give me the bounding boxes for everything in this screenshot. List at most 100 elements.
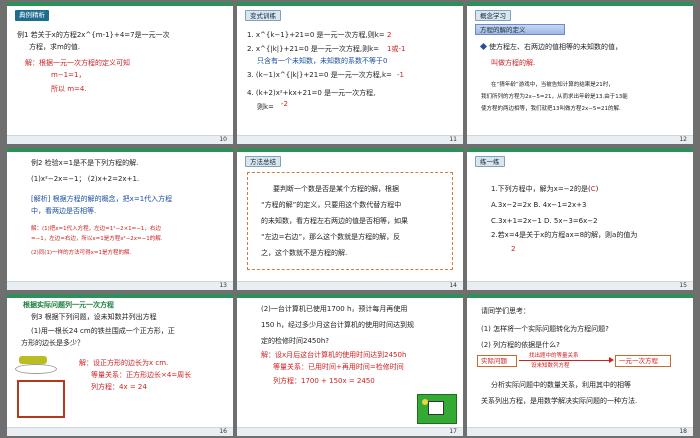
slide-number: 14 <box>449 282 457 289</box>
section-tag: 变式训练 <box>245 10 281 21</box>
question-2-answer: 2 <box>511 245 516 253</box>
slide-footer <box>467 427 693 436</box>
solution-line-3: 所以 m=4. <box>51 85 87 93</box>
think-title: 请同学们思考： <box>481 307 530 315</box>
problem-line-2: 150 h，经过多少月这台计算机的使用时间达到规 <box>261 321 415 329</box>
exercise-4: 4. (k+2)x²+kx+21=0 是一元一次方程, <box>247 89 376 97</box>
slide-top-bar <box>7 2 233 6</box>
slide-thumbnail-10[interactable]: 典例精析 例1 若关于x的方程2x^{m-1}+4=7是一元一次 方程，求m的值… <box>7 2 233 144</box>
slide-number: 16 <box>219 428 227 435</box>
solution-line-3: (2)同(1)一样的方法可得x=1是方程的解. <box>31 250 132 256</box>
section-tag: 练一练 <box>475 156 505 167</box>
definition-text-1: 使方程左、右两边的值相等的未知数的值， <box>489 43 622 51</box>
slide-top-bar <box>7 148 233 152</box>
problem-line-1: (1)用一根长24 cm的铁丝围成一个正方形，正 <box>31 327 175 335</box>
slide-thumbnail-16[interactable]: 根据实际问题列一元一次方程 例3 根据下列问题，设未知数并列出方程 (1)用一根… <box>7 294 233 436</box>
slide-top-bar <box>237 2 463 6</box>
flow-arrow-line <box>519 360 611 361</box>
exercise-3: 3. (k−1)x^{|k|}+21=0 是一元一次方程,k= <box>247 71 392 79</box>
summary-line-1: 要判断一个数是否是某个方程的解，根据 <box>273 185 399 193</box>
slide-thumbnail-18[interactable]: 请同学们思考： (1) 怎样将一个实际问题转化为方程问题? (2) 列方程的依据… <box>467 294 693 436</box>
flow-arrow-label-bottom: 设未知数列方程 <box>531 363 570 369</box>
summary-line-5: 之，这个数就不是方程的解. <box>261 249 348 257</box>
problem-line-1: 例1 若关于x的方程2x^{m-1}+4=7是一元一次 <box>17 31 170 39</box>
problem-line-2: 方程，求m的值. <box>29 43 81 51</box>
slide-top-bar <box>237 294 463 298</box>
slide-footer <box>467 135 693 144</box>
answer-3: -1 <box>397 71 404 79</box>
slide-footer <box>7 427 233 436</box>
slide-number: 13 <box>219 282 227 289</box>
slide-number: 18 <box>679 428 687 435</box>
example-line-3: 使方程的两边相等，我们就把13叫做方程2x−5=21的解. <box>481 106 621 112</box>
question-2: 2.若x=4是关于x的方程ax=8的解，则a的值为 <box>491 231 638 239</box>
slide-footer <box>237 427 463 436</box>
problem-line-1: (2)一台计算机已使用1700 h，预计每月再使用 <box>261 305 408 313</box>
slide-thumbnail-17[interactable]: (2)一台计算机已使用1700 h，预计每月再使用 150 h，经过多少月这台计… <box>237 294 463 436</box>
summary-line-3: 的未知数，看方程左右两边的值是否相等，如果 <box>261 217 408 225</box>
problem-line-3: 定的检修时间2450h? <box>261 337 329 345</box>
solution-line-2: 等量关系：正方形边长×4=周长 <box>91 371 192 379</box>
conclusion-line-1: 分析实际问题中的数量关系，利用其中的相等 <box>491 381 631 389</box>
example-title: 例2 检验x=1是不是下列方程的解. <box>31 159 139 167</box>
problem-line-2: 方形的边长是多少？ <box>21 339 84 347</box>
example-title: 例3 根据下列问题，设未知数并列出方程 <box>31 313 157 321</box>
concept-title-bar: 方程的解的定义 <box>475 24 565 35</box>
slide-number: 10 <box>219 136 227 143</box>
slide-thumbnail-12[interactable]: 概念学习 方程的解的定义 使方程左、右两边的值相等的未知数的值， 叫做方程的解.… <box>467 2 693 144</box>
analysis-line-1: [解析] 根据方程的解的概念，把x=1代入方程 <box>31 195 173 203</box>
slide-thumbnail-13[interactable]: 例2 检验x=1是不是下列方程的解. (1)x²−2x=−1； (2)x+2=2… <box>7 148 233 290</box>
answer-1: 2 <box>387 31 392 39</box>
bullet-diamond-icon <box>479 42 488 51</box>
question-1: 1.下列方程中，解为x=−2的是(C) <box>491 184 598 194</box>
solution-line-1: 解：设正方形的边长为x cm. <box>79 359 169 367</box>
definition-line-2: 叫做方程的解. <box>491 58 535 68</box>
wire-coil-icon <box>15 364 57 374</box>
think-question-2: (2) 列方程的依据是什么? <box>481 341 560 349</box>
analysis-line-2: 中，看两边是否相等. <box>31 207 97 215</box>
section-tag: 概念学习 <box>475 10 511 21</box>
square-frame-icon <box>17 380 65 418</box>
slide-thumbnail-11[interactable]: 变式训练 1. x^{k−1}+21=0 是一元一次方程,则k= 2 2. x^… <box>237 2 463 144</box>
slide-footer <box>467 281 693 290</box>
summary-line-4: “左边=右边”，那么这个数就是方程的解，反 <box>261 233 401 241</box>
question-1-close: ) <box>595 185 599 193</box>
slide-number: 11 <box>449 136 457 143</box>
solution-line-3: 列方程： <box>91 383 119 391</box>
conclusion-line-2: 关系列出方程，是用数学解决实际问题的一种方法. <box>481 397 638 405</box>
wire-pill-icon <box>19 356 47 364</box>
slide-top-bar <box>467 294 693 298</box>
example-equations: (1)x²−2x=−1； (2)x+2=2x+1. <box>31 175 140 183</box>
hint-text: 只含有一个未知数，未知数的系数不等于0 <box>257 57 388 65</box>
slide-footer <box>237 281 463 290</box>
solution-line-2: 等量关系：已用时间+再用时间=检修时间 <box>273 363 404 371</box>
answer-2: 1或-1 <box>387 45 406 53</box>
slide-footer <box>237 135 463 144</box>
equation-answer: 4x = 24 <box>119 383 147 391</box>
slide-number: 12 <box>679 136 687 143</box>
slide-top-bar <box>7 294 233 298</box>
exercise-2: 2. x^{|k|}+21=0 是一元一次方程,则k= <box>247 45 380 53</box>
flow-arrow-head-icon <box>609 357 614 363</box>
summary-line-2: “方程的解”的定义，只要用这个数代替方程中 <box>261 201 402 209</box>
computer-user-illustration <box>417 394 457 424</box>
definition-text-2: 叫做方程的解. <box>491 59 536 67</box>
slide-thumbnail-14[interactable]: 方法总结 要判断一个数是否是某个方程的解，根据 “方程的解”的定义，只要用这个数… <box>237 148 463 290</box>
question-1-text: 1.下列方程中，解为x=−2的是( <box>491 185 591 193</box>
solution-line-1: 解：根据一元一次方程的定义可知 <box>25 59 130 67</box>
section-heading: 根据实际问题列一元一次方程 <box>23 301 114 309</box>
slide-top-bar <box>467 148 693 152</box>
slide-thumbnail-15[interactable]: 练一练 1.下列方程中，解为x=−2的是(C) A.3x−2=2x B. 4x−… <box>467 148 693 290</box>
options-row-1: A.3x−2=2x B. 4x−1=2x+3 <box>491 201 587 209</box>
flow-start-label: 实际问题 <box>481 357 507 365</box>
slide-sorter-grid: 典例精析 例1 若关于x的方程2x^{m-1}+4=7是一元一次 方程，求m的值… <box>0 0 700 438</box>
slide-top-bar <box>467 2 693 6</box>
slide-footer <box>7 135 233 144</box>
section-tag: 典例精析 <box>15 10 49 21</box>
slide-number: 17 <box>449 428 457 435</box>
slide-footer <box>7 281 233 290</box>
options-row-2: C.3x+1=2x−1 D. 5x−3=6x−2 <box>491 217 598 225</box>
slide-number: 15 <box>679 282 687 289</box>
example-line-2: 我们所列的方程为2x−5=21，从而求出年龄是13.由于13能 <box>481 94 628 100</box>
solution-line-2: =−1，左边=右边，所以x=1是方程x²−2x=−1的解. <box>31 236 163 242</box>
